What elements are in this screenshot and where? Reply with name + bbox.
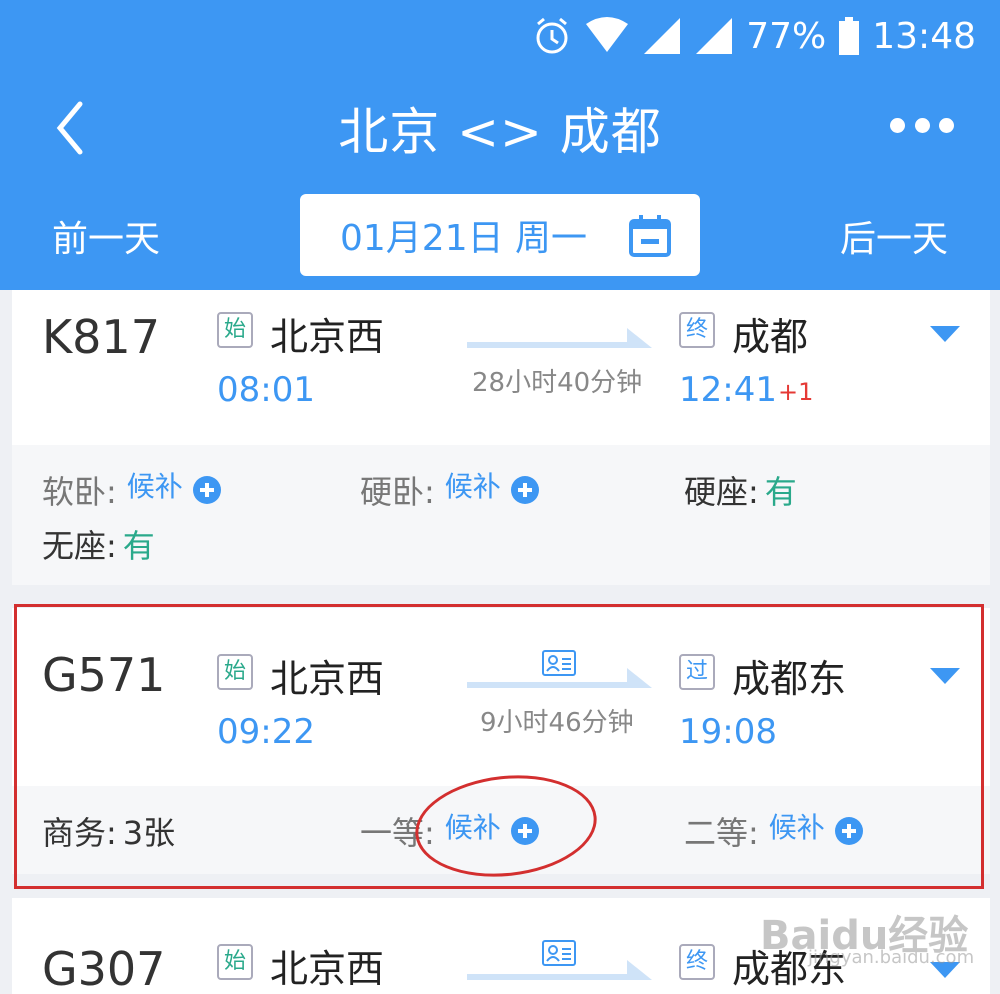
more-options-button[interactable] (890, 110, 954, 140)
to-station: 成都 (732, 315, 809, 359)
date-picker[interactable]: 01月21日 周一 (300, 194, 700, 276)
train-number: K817 (42, 310, 160, 364)
prev-day-button[interactable]: 前一天 (52, 210, 160, 262)
page-title: 北京 <> 成都 (338, 103, 662, 161)
availability: 有 (122, 527, 155, 565)
add-waitlist-icon[interactable] (510, 476, 539, 504)
duration: 28小时40分钟 (472, 368, 643, 398)
add-waitlist-icon[interactable] (192, 476, 221, 504)
arrive-time: 12:41 (679, 370, 777, 410)
dot-icon (890, 117, 905, 133)
origin-badge: 始 (217, 944, 253, 980)
origin-badge: 始 (217, 312, 253, 348)
signal-icon (642, 16, 682, 56)
train-number: G307 (42, 942, 166, 994)
clock: 13:48 (872, 15, 976, 57)
seat-label: 硬卧: (360, 473, 435, 511)
seat-hard-sleeper: 硬卧: 候补 (360, 467, 539, 513)
seat-no-seat: 无座: 有 (42, 521, 155, 567)
terminal-badge: 终 (679, 312, 715, 348)
arrow-icon (467, 960, 652, 980)
seat-label: 无座: (42, 527, 117, 565)
from-station: 北京西 (270, 315, 385, 359)
header-bar: 77% 13:48 北京 <> 成都 前一天 01月21日 周一 后一天 (0, 0, 1000, 290)
seat-soft-sleeper: 软卧: 候补 (42, 467, 221, 513)
from-station: 北京西 (270, 947, 385, 991)
depart-time: 08:01 (217, 370, 315, 410)
seat-hard-seat: 硬座: 有 (684, 467, 797, 513)
train-card-k817[interactable]: K817 始 北京西 08:01 28小时40分钟 终 成都 12:41 +1 … (12, 290, 990, 585)
wifi-icon (584, 16, 630, 56)
seat-label: 软卧: (42, 473, 117, 511)
expand-icon[interactable] (930, 326, 960, 344)
waitlist-link[interactable]: 候补 (445, 465, 501, 505)
selected-date: 01月21日 周一 (340, 218, 588, 259)
availability: 有 (764, 473, 797, 511)
status-bar: 77% 13:48 (532, 12, 976, 60)
battery-icon (838, 16, 860, 56)
next-day-marker: +1 (778, 378, 814, 406)
watermark-url: jingyan.baidu.com (808, 947, 975, 968)
alarm-icon (532, 16, 572, 56)
calendar-icon (629, 215, 671, 257)
seat-label: 硬座: (684, 473, 759, 511)
battery-percent: 77% (746, 15, 827, 57)
watermark: Baidu经验 jingyan.baidu.com (730, 895, 974, 975)
dot-icon (914, 117, 930, 133)
next-day-button[interactable]: 后一天 (840, 210, 948, 262)
waitlist-link[interactable]: 候补 (127, 465, 183, 505)
dot-icon (939, 117, 954, 133)
signal-icon (694, 16, 734, 56)
terminal-badge: 终 (679, 944, 715, 980)
arrow-icon (467, 328, 652, 348)
